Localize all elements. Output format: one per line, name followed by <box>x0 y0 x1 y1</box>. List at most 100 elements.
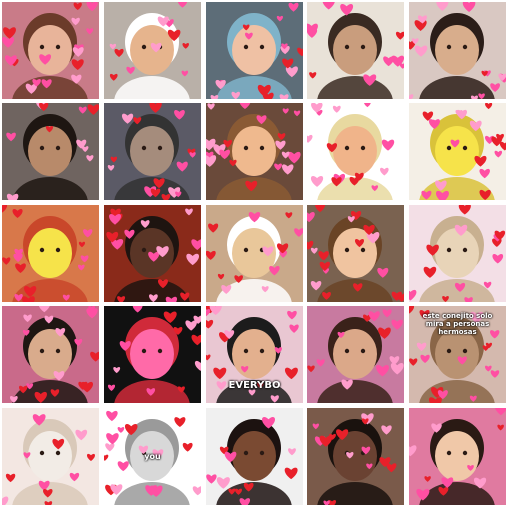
sticker-tile-woman-heart-hands[interactable] <box>307 306 404 403</box>
subject-face <box>28 431 72 481</box>
subject-eye <box>344 44 350 50</box>
subject-face <box>130 431 174 481</box>
subject-eye <box>243 44 249 50</box>
sticker-tile-man-curly-hair[interactable] <box>307 408 404 505</box>
subject-eye <box>259 450 265 456</box>
sticker-tile-woman-laughing[interactable] <box>206 408 303 505</box>
subject-eye <box>462 247 468 253</box>
subject-eye <box>55 348 61 354</box>
subject-eye <box>55 450 61 456</box>
sticker-image <box>2 306 99 403</box>
subject-face <box>28 228 72 278</box>
sticker-tile-two-cats-hug[interactable]: you <box>104 408 201 505</box>
subject-eye <box>360 145 366 151</box>
subject-eye <box>39 247 45 253</box>
subject-eye <box>462 450 468 456</box>
sticker-tile-girl-hoodie-everybody[interactable]: EVERYBO <box>206 306 303 403</box>
subject-eye <box>344 348 350 354</box>
sticker-tile-chihuahua-hearts[interactable] <box>409 205 506 302</box>
subject-eye <box>344 247 350 253</box>
sticker-grid: EVERYBO este conejito solo mira a persona… <box>0 0 512 510</box>
subject-eye <box>141 247 147 253</box>
sticker-image <box>2 103 99 200</box>
sticker-image <box>104 205 201 302</box>
sticker-tile-boy-pointing[interactable] <box>307 205 404 302</box>
subject-face <box>28 25 72 75</box>
sticker-image <box>409 408 506 505</box>
subject-eye <box>157 348 163 354</box>
subject-eye <box>39 145 45 151</box>
sticker-image <box>104 103 201 200</box>
subject-face <box>232 25 276 75</box>
subject-face <box>232 431 276 481</box>
subject-eye <box>259 348 265 354</box>
subject-face <box>435 126 479 176</box>
subject-face <box>28 126 72 176</box>
sticker-image <box>2 2 99 99</box>
sticker-image <box>307 205 404 302</box>
subject-eye <box>344 145 350 151</box>
sticker-image <box>206 205 303 302</box>
sticker-tile-man-glasses-hearts[interactable] <box>104 205 201 302</box>
sticker-image <box>307 408 404 505</box>
subject-eye <box>141 145 147 151</box>
sticker-image <box>104 2 201 99</box>
subject-eye <box>446 247 452 253</box>
sticker-image <box>104 408 201 505</box>
sticker-tile-squirrel-caption[interactable]: este conejito solo mira a personas hermo… <box>409 306 506 403</box>
subject-eye <box>462 348 468 354</box>
sticker-image <box>409 103 506 200</box>
subject-face <box>435 329 479 379</box>
subject-eye <box>243 145 249 151</box>
sticker-image <box>307 103 404 200</box>
subject-eye <box>462 44 468 50</box>
sticker-tile-cat-hearts-white[interactable] <box>2 408 99 505</box>
subject-eye <box>446 145 452 151</box>
subject-eye <box>39 44 45 50</box>
sticker-tile-cat-tongue[interactable] <box>206 205 303 302</box>
subject-eye <box>243 348 249 354</box>
subject-eye <box>55 44 61 50</box>
subject-eye <box>446 348 452 354</box>
sticker-tile-person-lying-down[interactable] <box>307 2 404 99</box>
subject-eye <box>360 44 366 50</box>
subject-eye <box>243 247 249 253</box>
subject-face <box>130 25 174 75</box>
subject-face <box>232 126 276 176</box>
subject-eye <box>446 450 452 456</box>
sticker-image <box>206 103 303 200</box>
sticker-image <box>206 408 303 505</box>
sticker-tile-boy-heart-eyes[interactable] <box>206 103 303 200</box>
subject-face <box>28 329 72 379</box>
subject-eye <box>55 247 61 253</box>
sticker-tile-man-thinking[interactable] <box>2 103 99 200</box>
sticker-image <box>206 2 303 99</box>
sticker-image <box>206 306 303 403</box>
sticker-tile-blue-hair-girl[interactable] <box>206 2 303 99</box>
sticker-image <box>104 306 201 403</box>
sticker-tile-baby-in-towel[interactable] <box>104 2 201 99</box>
subject-eye <box>259 44 265 50</box>
subject-eye <box>462 145 468 151</box>
sticker-tile-man-heart-hands-2[interactable] <box>2 306 99 403</box>
subject-eye <box>360 247 366 253</box>
subject-eye <box>141 44 147 50</box>
sticker-tile-heart-wreath[interactable] <box>104 103 201 200</box>
subject-eye <box>141 348 147 354</box>
sticker-image <box>307 2 404 99</box>
subject-face <box>435 25 479 75</box>
subject-eye <box>243 450 249 456</box>
subject-face <box>232 329 276 379</box>
subject-face <box>435 431 479 481</box>
subject-eye <box>446 44 452 50</box>
sticker-tile-girl-crying[interactable] <box>2 2 99 99</box>
sticker-tile-emoji-faces-girl[interactable] <box>409 408 506 505</box>
sticker-tile-hearts-pile-dark[interactable] <box>104 306 201 403</box>
sticker-tile-man-flower-crown[interactable] <box>307 103 404 200</box>
subject-face <box>333 25 377 75</box>
sticker-tile-man-heart-hands[interactable] <box>409 2 506 99</box>
sticker-tile-sponge-heart-crown[interactable] <box>2 205 99 302</box>
subject-eye <box>157 145 163 151</box>
subject-face <box>333 126 377 176</box>
sticker-tile-sponge-blushing[interactable] <box>409 103 506 200</box>
